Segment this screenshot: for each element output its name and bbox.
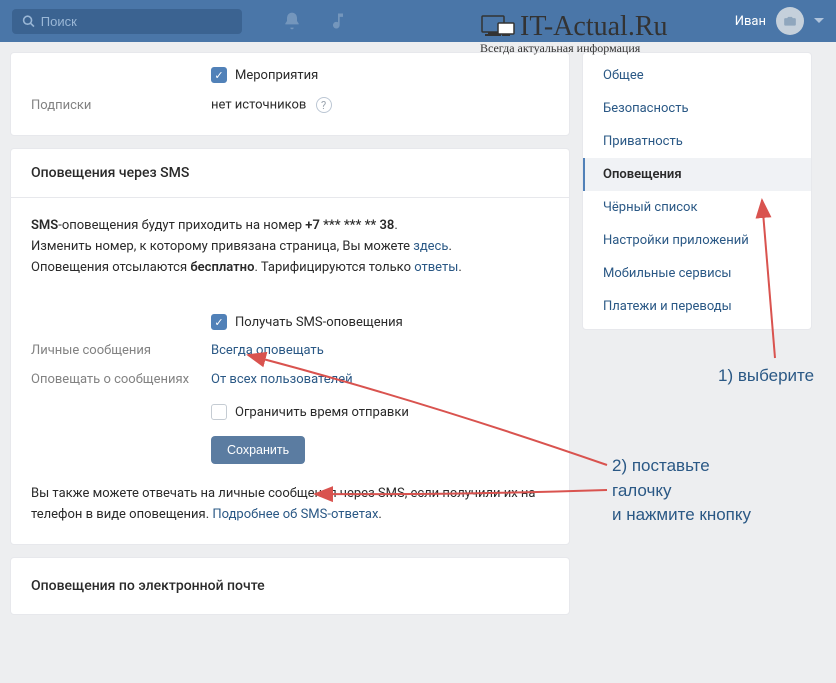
chevron-down-icon <box>814 18 824 24</box>
user-name: Иван <box>735 14 766 29</box>
top-card: Мероприятия Подписки нет источников ? <box>10 52 570 136</box>
app-header: Иван <box>0 0 836 42</box>
checkbox-icon <box>211 67 227 83</box>
music-icon[interactable] <box>328 11 348 31</box>
personal-label: Личные сообщения <box>31 343 211 358</box>
help-icon[interactable]: ? <box>316 97 332 113</box>
sidebar-item-blacklist[interactable]: Чёрный список <box>583 191 811 224</box>
events-label: Мероприятия <box>235 68 318 83</box>
sms-section-title: Оповещения через SMS <box>11 149 569 198</box>
sidebar-item-notifications[interactable]: Оповещения <box>583 158 811 191</box>
search-icon <box>22 14 35 28</box>
subscriptions-label: Подписки <box>31 98 211 113</box>
limit-time-label: Ограничить время отправки <box>235 405 409 420</box>
sidebar-item-payments[interactable]: Платежи и переводы <box>583 290 811 323</box>
save-button[interactable]: Сохранить <box>211 436 305 464</box>
subscriptions-value: нет источников ? <box>211 97 549 113</box>
sidebar-item-general[interactable]: Общее <box>583 59 811 92</box>
avatar <box>776 7 804 35</box>
receive-sms-label: Получать SMS-оповещения <box>235 315 403 330</box>
sidebar-item-privacy[interactable]: Приватность <box>583 125 811 158</box>
settings-menu: Общее Безопасность Приватность Оповещени… <box>582 52 812 330</box>
camera-icon <box>783 14 797 28</box>
sidebar-item-mobile[interactable]: Мобильные сервисы <box>583 257 811 290</box>
sms-footnote: Вы также можете отвечать на личные сообщ… <box>11 484 569 544</box>
notify-value[interactable]: От всех пользователей <box>211 372 549 387</box>
email-section-title: Оповещения по электронной почте <box>11 558 569 614</box>
checkbox-icon <box>211 404 227 420</box>
main-column: Мероприятия Подписки нет источников ? Оп… <box>10 52 570 627</box>
header-user[interactable]: Иван <box>735 7 824 35</box>
sms-card: Оповещения через SMS SMS-оповещения буду… <box>10 148 570 545</box>
email-card: Оповещения по электронной почте <box>10 557 570 615</box>
checkbox-events[interactable]: Мероприятия <box>211 67 549 83</box>
change-number-link[interactable]: здесь <box>413 239 448 254</box>
sidebar-item-security[interactable]: Безопасность <box>583 92 811 125</box>
checkbox-receive-sms[interactable]: Получать SMS-оповещения <box>211 314 549 330</box>
search-box[interactable] <box>12 9 242 34</box>
search-input[interactable] <box>41 14 232 29</box>
sms-more-link[interactable]: Подробнее об SMS-ответах <box>212 507 378 522</box>
sidebar-item-apps[interactable]: Настройки приложений <box>583 224 811 257</box>
sms-info-text: SMS-оповещения будут приходить на номер … <box>31 216 549 278</box>
notify-label: Оповещать о сообщениях <box>31 372 211 387</box>
bell-icon[interactable] <box>282 11 302 31</box>
header-icons <box>282 11 348 31</box>
checkbox-limit-time[interactable]: Ограничить время отправки <box>211 404 549 420</box>
answers-link[interactable]: ответы <box>414 260 458 275</box>
checkbox-icon <box>211 314 227 330</box>
personal-value[interactable]: Всегда оповещать <box>211 343 549 358</box>
layout: Мероприятия Подписки нет источников ? Оп… <box>0 42 836 637</box>
side-column: Общее Безопасность Приватность Оповещени… <box>582 52 812 627</box>
